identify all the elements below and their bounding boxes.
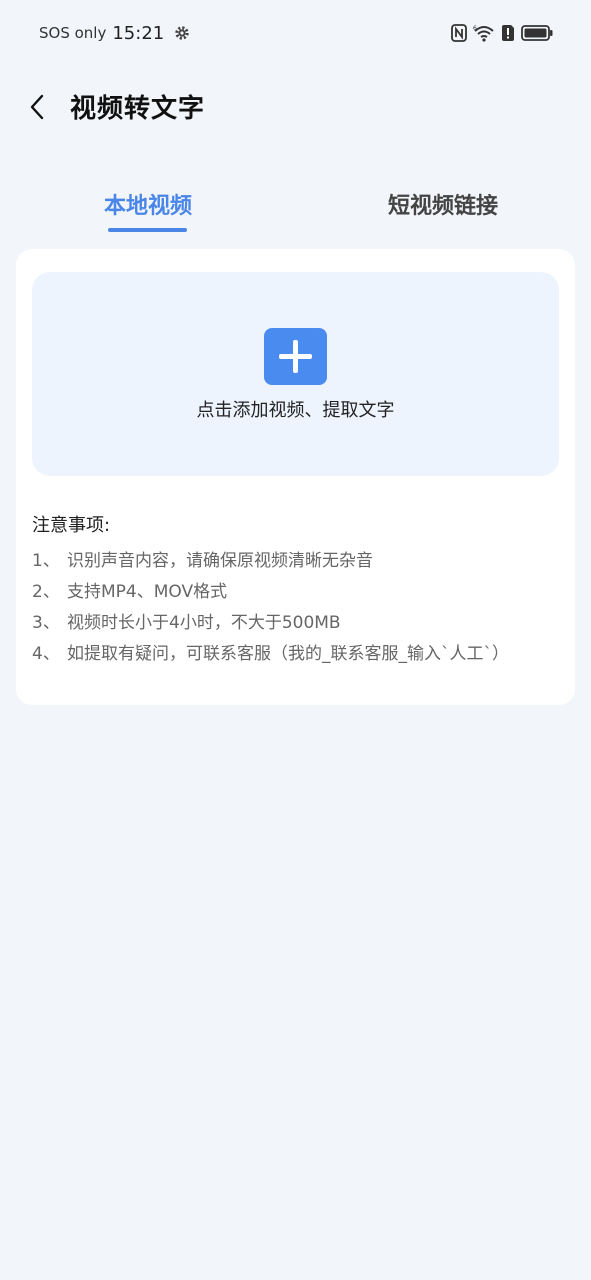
note-text: 支持MP4、MOV格式 (67, 582, 228, 602)
tab-short-video-link[interactable]: 短视频链接 (368, 188, 518, 220)
upload-area[interactable]: 点击添加视频、提取文字 (32, 272, 559, 476)
content-card: 点击添加视频、提取文字 注意事项: 1、 识别声音内容，请确保原视频清晰无杂音 … (16, 249, 575, 705)
list-item: 3、 视频时长小于4小时，不大于500MB (32, 611, 562, 642)
add-video-icon[interactable] (264, 328, 327, 385)
clock: 15:21 (112, 22, 165, 44)
status-right: 6 (451, 22, 553, 44)
note-text: 如提取有疑问，可联系客服（我的_联系客服_输入`人工`） (67, 644, 509, 664)
list-item: 1、 识别声音内容，请确保原视频清晰无杂音 (32, 549, 562, 580)
tab-bar: 本地视频 短视频链接 (0, 180, 591, 236)
list-item: 2、 支持MP4、MOV格式 (32, 580, 562, 611)
wifi-icon: 6 (473, 25, 494, 42)
gear-icon (175, 26, 189, 40)
note-number: 3、 (32, 613, 60, 633)
svg-text:6: 6 (473, 25, 477, 32)
header: 视频转文字 (0, 80, 591, 134)
battery-icon (521, 25, 553, 41)
note-number: 2、 (32, 582, 60, 602)
back-button[interactable] (20, 90, 54, 124)
sim-alert-icon (502, 25, 514, 41)
notes-list: 1、 识别声音内容，请确保原视频清晰无杂音 2、 支持MP4、MOV格式 3、 … (32, 549, 562, 673)
note-number: 4、 (32, 644, 60, 664)
list-item: 4、 如提取有疑问，可联系客服（我的_联系客服_输入`人工`） (32, 642, 562, 673)
status-bar: SOS only 15:21 6 (0, 0, 591, 66)
chevron-left-icon (30, 94, 44, 120)
status-left: SOS only 15:21 (39, 21, 190, 45)
tab-local-video[interactable]: 本地视频 (90, 188, 206, 220)
page-title: 视频转文字 (70, 94, 206, 124)
note-text: 视频时长小于4小时，不大于500MB (67, 613, 341, 633)
carrier-label: SOS only (39, 24, 107, 42)
notes-title: 注意事项: (32, 515, 111, 536)
note-text: 识别声音内容，请确保原视频清晰无杂音 (67, 551, 373, 571)
note-number: 1、 (32, 551, 60, 571)
upload-label: 点击添加视频、提取文字 (196, 400, 395, 421)
nfc-icon (451, 24, 467, 42)
active-tab-indicator (108, 228, 187, 232)
